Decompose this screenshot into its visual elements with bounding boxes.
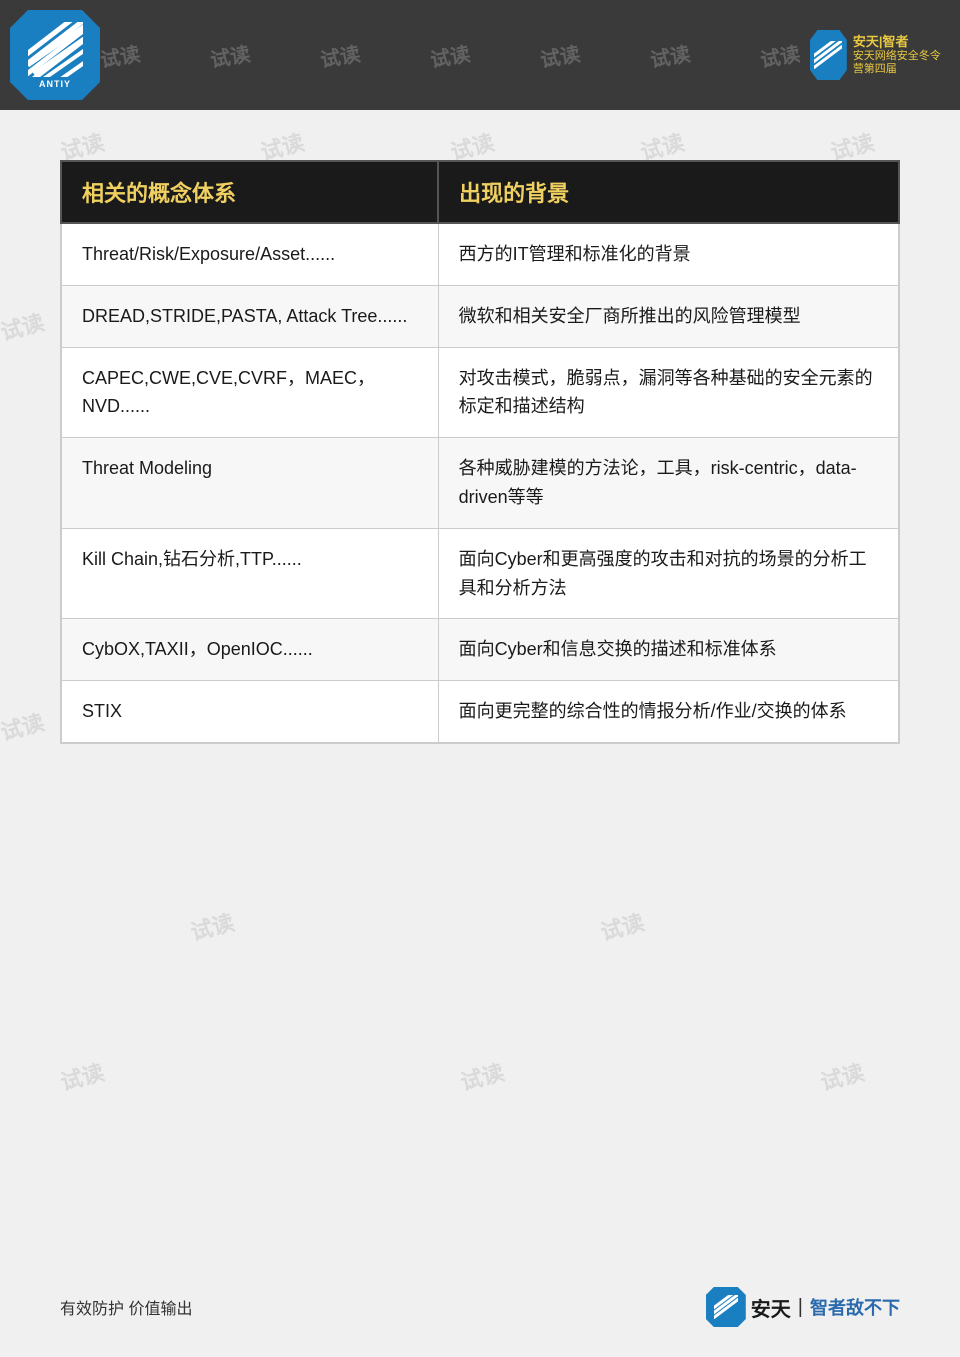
- main-table: 相关的概念体系 出现的背景 Threat/Risk/Exposure/Asset…: [60, 160, 900, 744]
- table-cell-right-4: 面向Cyber和更高强度的攻击和对抗的场景的分析工具和分析方法: [438, 528, 899, 619]
- table-cell-left-3: Threat Modeling: [61, 438, 438, 529]
- table-cell-left-4: Kill Chain,钻石分析,TTP......: [61, 528, 438, 619]
- table-row: STIX面向更完整的综合性的情报分析/作业/交换的体系: [61, 681, 899, 743]
- table-row: Threat/Risk/Exposure/Asset......西方的IT管理和…: [61, 223, 899, 285]
- body-wm-14: 试读: [187, 905, 238, 947]
- table-cell-right-1: 微软和相关安全厂商所推出的风险管理模型: [438, 285, 899, 347]
- body-wm-6: 试读: [0, 305, 47, 347]
- watermark-6: 试读: [648, 37, 692, 73]
- main-content: 试读 试读 试读 试读 试读 试读 试读 试读 试读 试读 试读 试读 试读 试…: [0, 110, 960, 1270]
- body-wm-15: 试读: [597, 905, 648, 947]
- watermark-1: 试读: [100, 37, 142, 73]
- body-wm-18: 试读: [817, 1055, 868, 1097]
- footer-brand-name: 安天: [751, 1293, 791, 1322]
- footer-tagline: 有效防护 价值输出: [60, 1295, 192, 1319]
- brand-name-header: 安天|智者: [853, 34, 950, 50]
- brand-subtitle: 安天网络安全冬令营第四届: [853, 50, 950, 76]
- header-logo: ANTIY: [10, 10, 100, 100]
- table-cell-right-2: 对攻击模式，脆弱点，漏洞等各种基础的安全元素的标定和描述结构: [438, 347, 899, 438]
- table-cell-right-5: 面向Cyber和信息交换的描述和标准体系: [438, 619, 899, 681]
- col1-header: 相关的概念体系: [61, 161, 438, 223]
- body-wm-16: 试读: [57, 1055, 108, 1097]
- table-cell-right-3: 各种威胁建模的方法论，工具，risk-centric，data-driven等等: [438, 438, 899, 529]
- antiy-logo-small: [810, 30, 847, 80]
- watermark-7: 试读: [758, 37, 800, 73]
- table-row: Kill Chain,钻石分析,TTP......面向Cyber和更高强度的攻击…: [61, 528, 899, 619]
- table-row: DREAD,STRIDE,PASTA, Attack Tree......微软和…: [61, 285, 899, 347]
- table-row: CybOX,TAXII，OpenIOC......面向Cyber和信息交换的描述…: [61, 619, 899, 681]
- watermark-2: 试读: [208, 37, 252, 73]
- table-cell-left-5: CybOX,TAXII，OpenIOC......: [61, 619, 438, 681]
- footer-slogan: 智者敌不下: [810, 1294, 900, 1320]
- header-watermarks: 试读 试读 试读 试读 试读 试读 试读: [100, 0, 800, 110]
- footer-brand: 安天 | 智者敌不下: [706, 1287, 900, 1327]
- table-cell-left-0: Threat/Risk/Exposure/Asset......: [61, 223, 438, 285]
- header-right-logo: 安天|智者 安天网络安全冬令营第四届: [810, 15, 950, 95]
- table-cell-left-2: CAPEC,CWE,CVE,CVRF，MAEC，NVD......: [61, 347, 438, 438]
- watermark-4: 试读: [428, 37, 472, 73]
- footer-logo-icon: [706, 1287, 746, 1327]
- watermark-3: 试读: [318, 37, 362, 73]
- logo-stripes: [28, 22, 83, 77]
- table-row: CAPEC,CWE,CVE,CVRF，MAEC，NVD......对攻击模式，脆…: [61, 347, 899, 438]
- header: ANTIY 试读 试读 试读 试读 试读 试读 试读 安天|智者 安天网络安全冬…: [0, 0, 960, 110]
- table-cell-right-0: 西方的IT管理和标准化的背景: [438, 223, 899, 285]
- header-logo-text: ANTIY: [39, 79, 71, 89]
- table-row: Threat Modeling各种威胁建模的方法论，工具，risk-centri…: [61, 438, 899, 529]
- watermark-5: 试读: [538, 37, 582, 73]
- table-cell-left-6: STIX: [61, 681, 438, 743]
- col2-header: 出现的背景: [438, 161, 899, 223]
- body-wm-11: 试读: [0, 705, 47, 747]
- table-cell-right-6: 面向更完整的综合性的情报分析/作业/交换的体系: [438, 681, 899, 743]
- table-cell-left-1: DREAD,STRIDE,PASTA, Attack Tree......: [61, 285, 438, 347]
- body-wm-17: 试读: [457, 1055, 508, 1097]
- footer: 有效防护 价值输出 安天 | 智者敌不下: [0, 1287, 960, 1327]
